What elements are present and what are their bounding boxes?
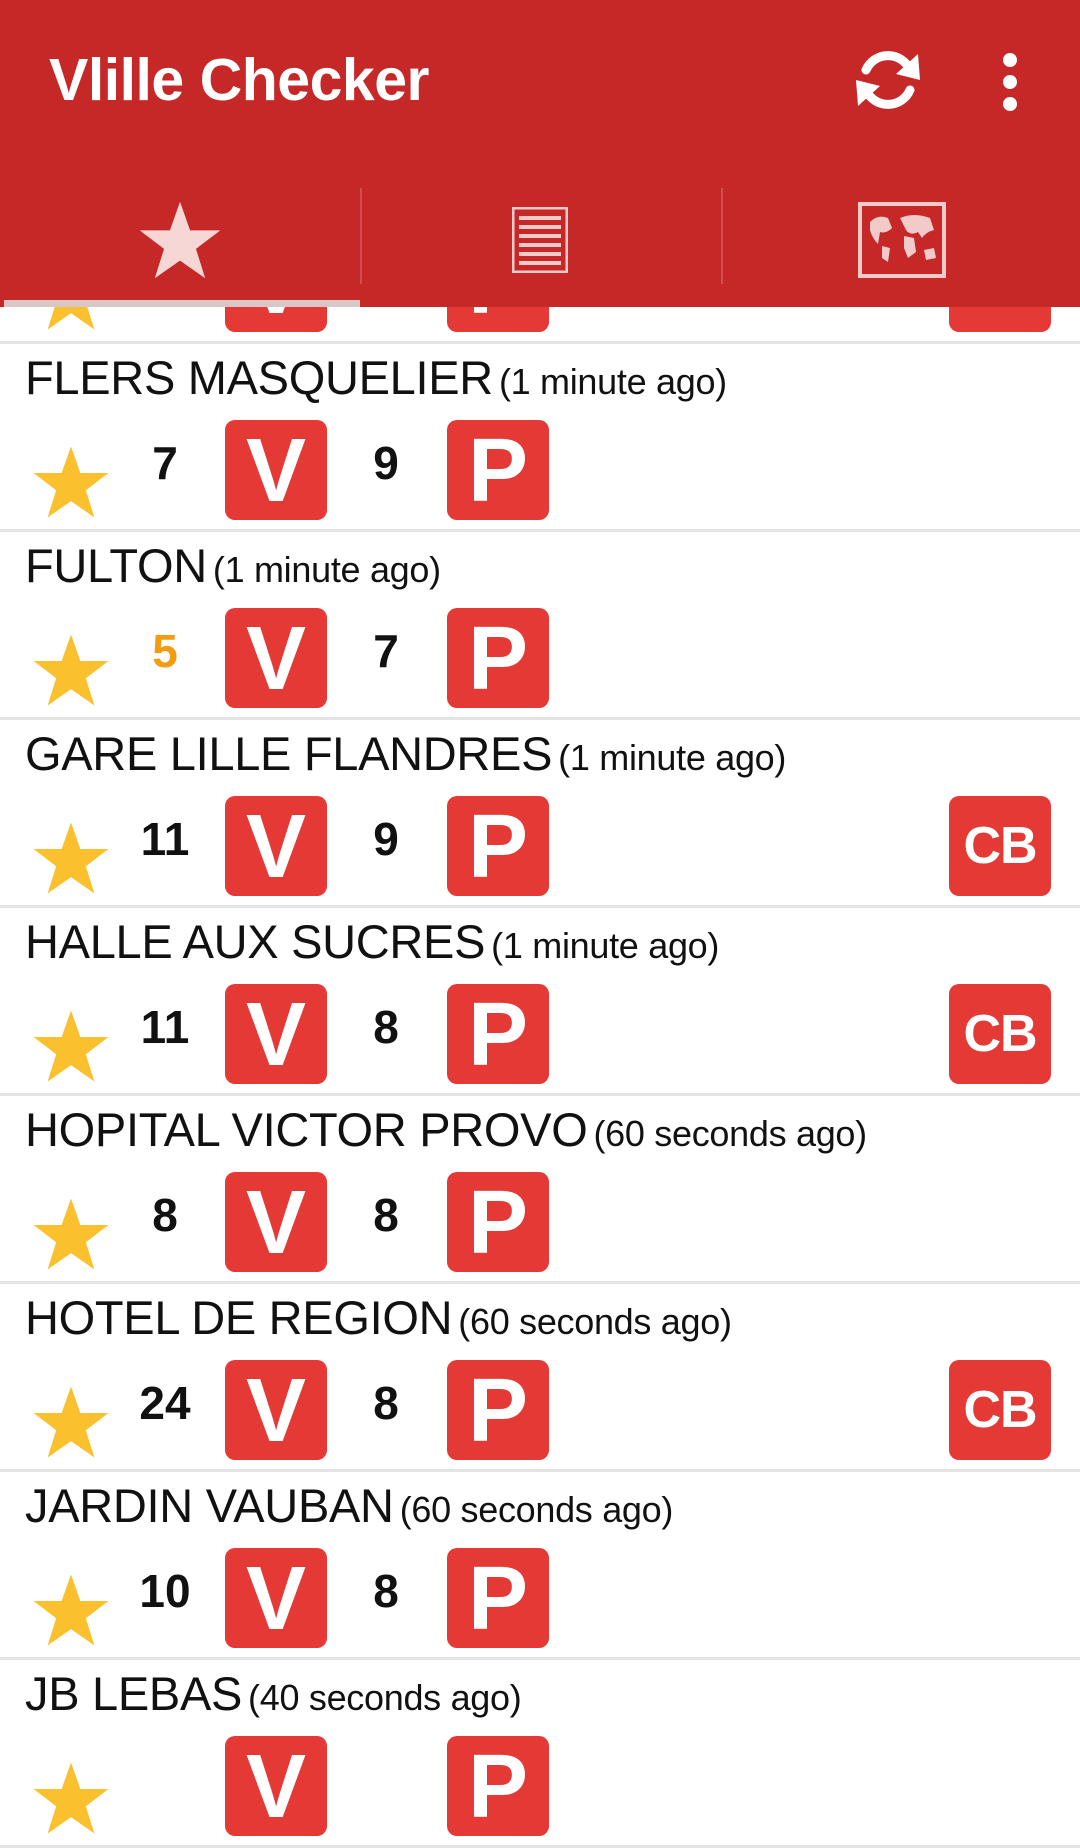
bikes-available-count: 11 (140, 813, 190, 865)
parking-badge: P (447, 1360, 549, 1461)
free-slots-count: 8 (373, 1565, 399, 1617)
station-name-label: HOTEL DE REGION (25, 1291, 453, 1344)
station-row[interactable]: FLERS MASQUELIER (1 minute ago) 7 V 9 P (0, 344, 1080, 532)
favorite-star-icon[interactable] (32, 632, 110, 708)
station-name: HALLE AUX SUCRES (1 minute ago) (25, 914, 719, 969)
favorite-star-icon[interactable] (32, 1760, 110, 1836)
station-name: JB LEBAS (40 seconds ago) (25, 1666, 522, 1721)
last-update-label: (60 seconds ago) (593, 1113, 867, 1154)
station-row[interactable]: HOTEL DE REGION (60 seconds ago) 24 V 8 P CB (0, 1284, 1080, 1472)
favorite-star-icon[interactable] (32, 1384, 110, 1460)
bikes-badge: V (225, 1548, 327, 1649)
station-row[interactable]: HOPITAL VICTOR PROVO (60 seconds ago) 8 V 8 P (0, 1096, 1080, 1284)
station-name-label: FULTON (25, 539, 207, 592)
station-name: HOPITAL VICTOR PROVO (60 seconds ago) (25, 1102, 867, 1157)
bikes-available-count: 10 (139, 1565, 191, 1617)
last-update-label: (40 seconds ago) (248, 1677, 522, 1718)
credit-card-badge: CB (949, 796, 1051, 896)
bikes-badge: V (225, 1360, 327, 1461)
tab-list[interactable] (360, 180, 720, 300)
bikes-available-count: 11 (140, 1001, 190, 1053)
free-slots-count: 8 (373, 1001, 399, 1053)
station-name-label: JB LEBAS (25, 1667, 243, 1720)
list-icon (512, 207, 568, 273)
station-row[interactable]: GARE LILLE FLANDRES (1 minute ago) 11 V 9 P CB (0, 720, 1080, 908)
favorite-star-icon[interactable] (32, 1008, 110, 1084)
station-row[interactable]: HALLE AUX SUCRES (1 minute ago) 11 V 8 P CB (0, 908, 1080, 1096)
last-update-label: (1 minute ago) (212, 549, 441, 590)
station-name-label: JARDIN VAUBAN (25, 1479, 394, 1532)
station-name-label: HALLE AUX SUCRES (25, 915, 486, 968)
station-name: FLERS MASQUELIER (1 minute ago) (25, 350, 727, 405)
station-name-label: GARE LILLE FLANDRES (25, 727, 553, 780)
favorite-star-icon[interactable] (32, 820, 110, 896)
bikes-badge: V (225, 420, 327, 521)
free-slots-count: 8 (373, 1377, 399, 1429)
station-row[interactable]: JARDIN VAUBAN (60 seconds ago) 10 V 8 P (0, 1472, 1080, 1660)
station-name: FULTON (1 minute ago) (25, 538, 441, 593)
credit-card-badge: CB (949, 984, 1051, 1084)
station-name: JARDIN VAUBAN (60 seconds ago) (25, 1478, 673, 1533)
bikes-available-count: 5 (152, 625, 178, 677)
bikes-available-count: 8 (152, 1189, 178, 1241)
star-icon (139, 201, 221, 279)
station-name: HOTEL DE REGION (60 seconds ago) (25, 1290, 732, 1345)
bikes-badge: V (225, 608, 327, 709)
station-name-label: FLERS MASQUELIER (25, 351, 493, 404)
bikes-badge: V (225, 796, 327, 897)
favorite-star-icon[interactable] (32, 1196, 110, 1272)
selected-tab-indicator (4, 300, 360, 307)
tab-map[interactable] (722, 180, 1080, 300)
last-update-label: (60 seconds ago) (458, 1301, 732, 1342)
bikes-available-count: 24 (139, 1377, 191, 1429)
station-name-label: HOPITAL VICTOR PROVO (25, 1103, 588, 1156)
more-vert-icon (1003, 53, 1017, 111)
favorite-star-icon[interactable] (32, 1572, 110, 1648)
refresh-icon (856, 51, 920, 109)
parking-badge: P (447, 420, 549, 521)
parking-badge: P (447, 796, 549, 897)
last-update-label: (1 minute ago) (558, 737, 787, 778)
free-slots-count: 9 (373, 813, 399, 865)
station-row[interactable]: FULTON (1 minute ago) 5 V 7 P (0, 532, 1080, 720)
tab-favorites[interactable] (0, 180, 360, 300)
last-update-label: (60 seconds ago) (399, 1489, 674, 1530)
free-slots-count: 8 (373, 1189, 399, 1241)
parking-badge: P (447, 1548, 549, 1649)
parking-badge: P (447, 1172, 549, 1273)
credit-card-badge: CB (949, 1360, 1051, 1460)
station-row[interactable]: JB LEBAS (40 seconds ago) V P (0, 1660, 1080, 1848)
bikes-badge: V (225, 984, 327, 1085)
bikes-available-count: 7 (152, 437, 178, 489)
app-bar: Vlille Checker (0, 0, 1080, 307)
bikes-badge: V (225, 1172, 327, 1273)
parking-badge: P (447, 984, 549, 1085)
free-slots-count: 9 (373, 437, 399, 489)
favorite-star-icon[interactable] (32, 444, 110, 520)
refresh-button[interactable] (848, 40, 928, 120)
app-title: Vlille Checker (49, 47, 430, 113)
free-slots-count: 7 (373, 625, 399, 677)
parking-badge: P (447, 608, 549, 709)
last-update-label: (1 minute ago) (498, 361, 727, 402)
bikes-badge: V (225, 1736, 327, 1837)
world-map-icon (858, 202, 946, 278)
parking-badge: P (447, 1736, 549, 1837)
last-update-label: (1 minute ago) (491, 925, 720, 966)
station-name: GARE LILLE FLANDRES (1 minute ago) (25, 726, 786, 781)
overflow-menu-button[interactable] (990, 52, 1030, 112)
